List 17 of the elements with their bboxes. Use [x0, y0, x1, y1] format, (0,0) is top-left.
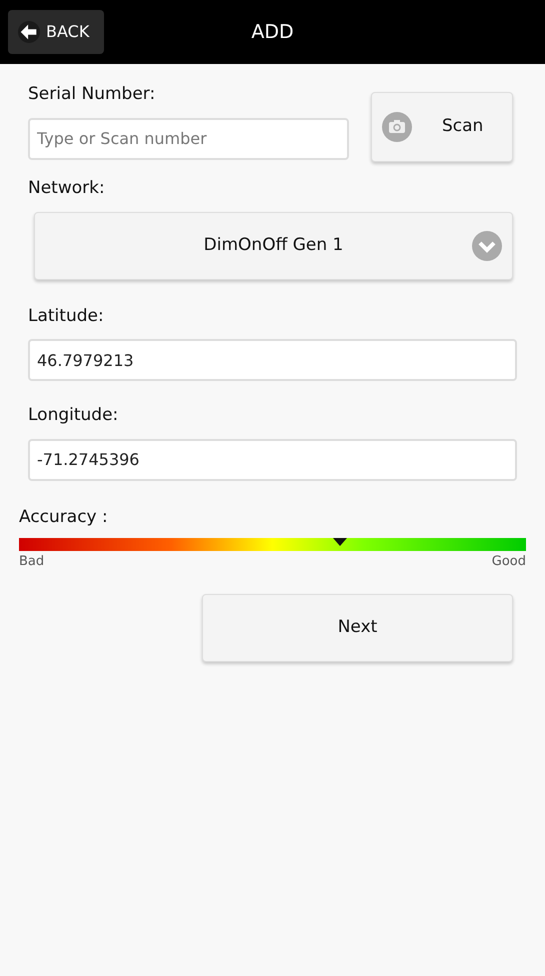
- network-dropdown[interactable]: DimOnOff Gen 1: [34, 212, 513, 280]
- chevron-down-icon: [472, 230, 502, 260]
- back-button[interactable]: BACK: [8, 10, 104, 54]
- page-title: ADD: [251, 20, 294, 45]
- accuracy-label: Accuracy :: [19, 506, 109, 528]
- scan-button[interactable]: Scan: [371, 92, 513, 162]
- next-button[interactable]: Next: [202, 594, 513, 662]
- latitude-field[interactable]: 46.7979213: [28, 339, 517, 381]
- serial-number-field[interactable]: Type or Scan number: [28, 118, 349, 160]
- scale-high-label: Good: [492, 553, 526, 571]
- field-label: Serial Number:: [28, 83, 156, 106]
- field-label: Network:: [28, 177, 106, 200]
- scale-low-label: Bad: [19, 553, 44, 571]
- longitude-field[interactable]: -71.2745396: [28, 438, 517, 480]
- camera-icon: [382, 112, 412, 142]
- field-label: Longitude:: [28, 404, 120, 427]
- field-label: Latitude:: [28, 304, 105, 328]
